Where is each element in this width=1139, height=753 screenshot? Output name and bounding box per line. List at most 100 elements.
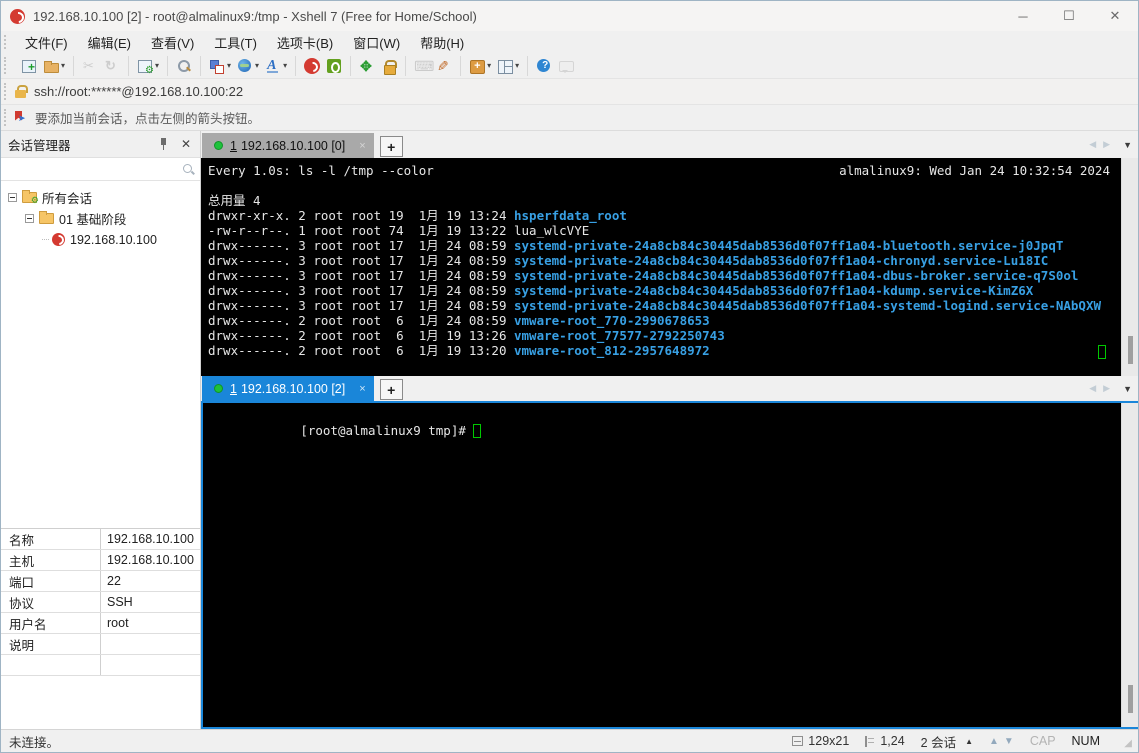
tree-expander-icon[interactable] — [25, 214, 34, 223]
menu-item[interactable]: 选项卡(B) — [267, 31, 343, 54]
tree-node-所有会话[interactable]: 所有会话 — [1, 187, 200, 208]
terminal1-scrollbar-thumb[interactable] — [1128, 336, 1133, 364]
terminal-size-icon — [792, 736, 804, 746]
dropdown-caret-icon[interactable]: ▾ — [227, 61, 231, 70]
cursor-position-indicator: 1,24 — [865, 734, 905, 748]
terminal-area: 1 192.168.10.100 [0] × + ◀ ▶ ▼ Every 1.0… — [201, 131, 1138, 729]
tree-expander-icon[interactable] — [8, 193, 17, 202]
toolbar-group — [528, 56, 582, 76]
new-tab-button[interactable]: + — [379, 136, 403, 157]
infobar-grip[interactable] — [4, 109, 7, 126]
tab-scroll-right-icon[interactable]: ▶ — [1103, 383, 1110, 394]
feedback-icon — [555, 56, 577, 76]
addressbar-grip[interactable] — [4, 83, 7, 100]
new-tab-button[interactable]: + — [379, 379, 403, 400]
toolbar-group — [406, 55, 462, 76]
tile-layout-icon[interactable]: ▾ — [494, 56, 522, 76]
dropdown-caret-icon[interactable]: ▾ — [255, 61, 259, 70]
tab-session-pane1[interactable]: 1 192.168.10.100 [0] × — [202, 133, 374, 158]
menu-item[interactable]: 文件(F) — [15, 31, 78, 54]
status-connection-text: 未连接。 — [9, 735, 60, 750]
menubar-grip[interactable] — [4, 35, 7, 49]
terminal2-scrollbar[interactable] — [1121, 403, 1138, 727]
tree-node-label: 01 基础阶段 — [59, 213, 127, 227]
new-terminal-icon[interactable]: ▾ — [466, 56, 494, 76]
dropdown-caret-icon[interactable]: ▾ — [487, 61, 491, 70]
tree-node-01-基础阶段[interactable]: 01 基础阶段 — [1, 208, 200, 229]
session-manager-header: 会话管理器 ✕ — [1, 131, 200, 158]
pin-icon[interactable] — [157, 137, 171, 151]
font-icon[interactable]: ▾ — [262, 56, 290, 76]
minimize-button[interactable]: ─ — [1000, 1, 1046, 31]
terminal-size-indicator: 129x21 — [792, 734, 849, 748]
resize-grip[interactable] — [1120, 735, 1132, 749]
dropdown-caret-icon[interactable]: ▾ — [283, 61, 287, 70]
open-folder-icon[interactable]: ▾ — [40, 56, 68, 76]
tab-scroll-right-icon[interactable]: ▶ — [1103, 139, 1110, 150]
toolbar-group — [74, 55, 130, 76]
find-icon[interactable] — [173, 56, 195, 76]
maximize-button[interactable]: ☐ — [1046, 1, 1092, 31]
ls-row: drwx------. 3 root root 17 1月 24 08:59 s… — [208, 253, 1114, 268]
tab-shortcut-number: 1 — [230, 381, 237, 396]
tab-list-caret-icon[interactable]: ▼ — [1123, 140, 1132, 150]
menu-item[interactable]: 编辑(E) — [78, 31, 141, 54]
scroll-down-icon[interactable]: ▼ — [1004, 736, 1014, 747]
tab-close-icon[interactable]: × — [359, 383, 365, 395]
ls-row: -rw-r--r--. 1 root root 74 1月 19 13:22 l… — [208, 223, 1114, 238]
terminal2-scrollbar-thumb[interactable] — [1128, 685, 1133, 713]
property-label: 用户名 — [1, 613, 101, 633]
toolbar-group — [351, 55, 407, 76]
session-search-input[interactable] — [6, 160, 182, 178]
menu-item[interactable]: 窗口(W) — [343, 31, 410, 54]
lock-screen-icon[interactable] — [378, 56, 400, 76]
dropdown-caret-icon[interactable]: ▾ — [155, 61, 159, 70]
encoding-globe-icon[interactable]: ▾ — [234, 56, 262, 76]
bookmark-flag-icon[interactable] — [15, 111, 28, 125]
color-scheme-icon[interactable]: ▾ — [206, 56, 234, 76]
property-value: 192.168.10.100 — [107, 532, 194, 546]
ls-listing: drwxr-xr-x. 2 root root 19 1月 19 13:24 h… — [208, 208, 1114, 358]
tab-list-caret-icon[interactable]: ▼ — [1123, 384, 1132, 394]
address-url[interactable]: ssh://root:******@192.168.10.100:22 — [34, 84, 243, 99]
property-row: 主机 192.168.10.100 — [1, 550, 200, 571]
dropdown-caret-icon[interactable]: ▾ — [515, 61, 519, 70]
tab-session-pane2[interactable]: 1 192.168.10.100 [2] × — [202, 376, 374, 401]
session-properties-icon[interactable]: ▾ — [134, 56, 162, 76]
tab-close-icon[interactable]: × — [359, 140, 365, 152]
menu-item[interactable]: 工具(T) — [204, 31, 267, 54]
ls-row-meta: drwx------. 3 root root 17 1月 24 08:59 — [208, 283, 514, 298]
dropdown-caret-icon[interactable]: ▾ — [61, 61, 65, 70]
help-icon[interactable] — [533, 56, 555, 76]
tabbar-pane2: 1 192.168.10.100 [2] × + ◀ ▶ ▼ — [201, 376, 1138, 403]
ls-row-meta: drwx------. 2 root root 6 1月 19 13:26 — [208, 328, 514, 343]
toolbar-grip[interactable] — [4, 57, 7, 74]
highlight-pen-icon[interactable] — [433, 56, 455, 76]
xshell-tb-icon[interactable] — [301, 56, 323, 76]
terminal1-scrollbar[interactable] — [1121, 158, 1138, 376]
xshell-window: 192.168.10.100 [2] - root@almalinux9:/tm… — [0, 0, 1139, 753]
lock-screen-icon — [381, 58, 398, 75]
scroll-up-icon[interactable]: ▲ — [989, 736, 999, 747]
tree-node-192.168.10.100[interactable]: 192.168.10.100 — [1, 229, 200, 250]
tab-shortcut-number: 1 — [230, 138, 237, 153]
terminal-pane2[interactable]: [root@almalinux9 tmp]# — [201, 403, 1138, 729]
toolbar-group — [168, 55, 202, 76]
tab-label: 192.168.10.100 [0] — [240, 138, 346, 153]
fullscreen-icon[interactable] — [356, 56, 378, 76]
tab-scroll-left-icon[interactable]: ◀ — [1089, 383, 1096, 394]
new-session-icon[interactable] — [18, 56, 40, 76]
property-row: 说明 — [1, 634, 200, 655]
virtual-keyboard-icon — [411, 56, 434, 76]
menu-item[interactable]: 查看(V) — [141, 31, 204, 54]
panel-close-icon[interactable]: ✕ — [179, 137, 193, 151]
window-title: 192.168.10.100 [2] - root@almalinux9:/tm… — [33, 8, 477, 24]
xftp-icon[interactable] — [323, 56, 345, 76]
new-session-icon — [21, 58, 37, 74]
menu-item[interactable]: 帮助(H) — [410, 31, 474, 54]
terminal-pane1[interactable]: Every 1.0s: ls -l /tmp --color almalinux… — [201, 158, 1138, 376]
session-count[interactable]: 2 会话 ▲ — [921, 732, 973, 751]
ls-row-meta: drwxr-xr-x. 2 root root 19 1月 19 13:24 — [208, 208, 514, 223]
close-button[interactable]: ✕ — [1092, 1, 1138, 31]
tab-scroll-left-icon[interactable]: ◀ — [1089, 139, 1096, 150]
